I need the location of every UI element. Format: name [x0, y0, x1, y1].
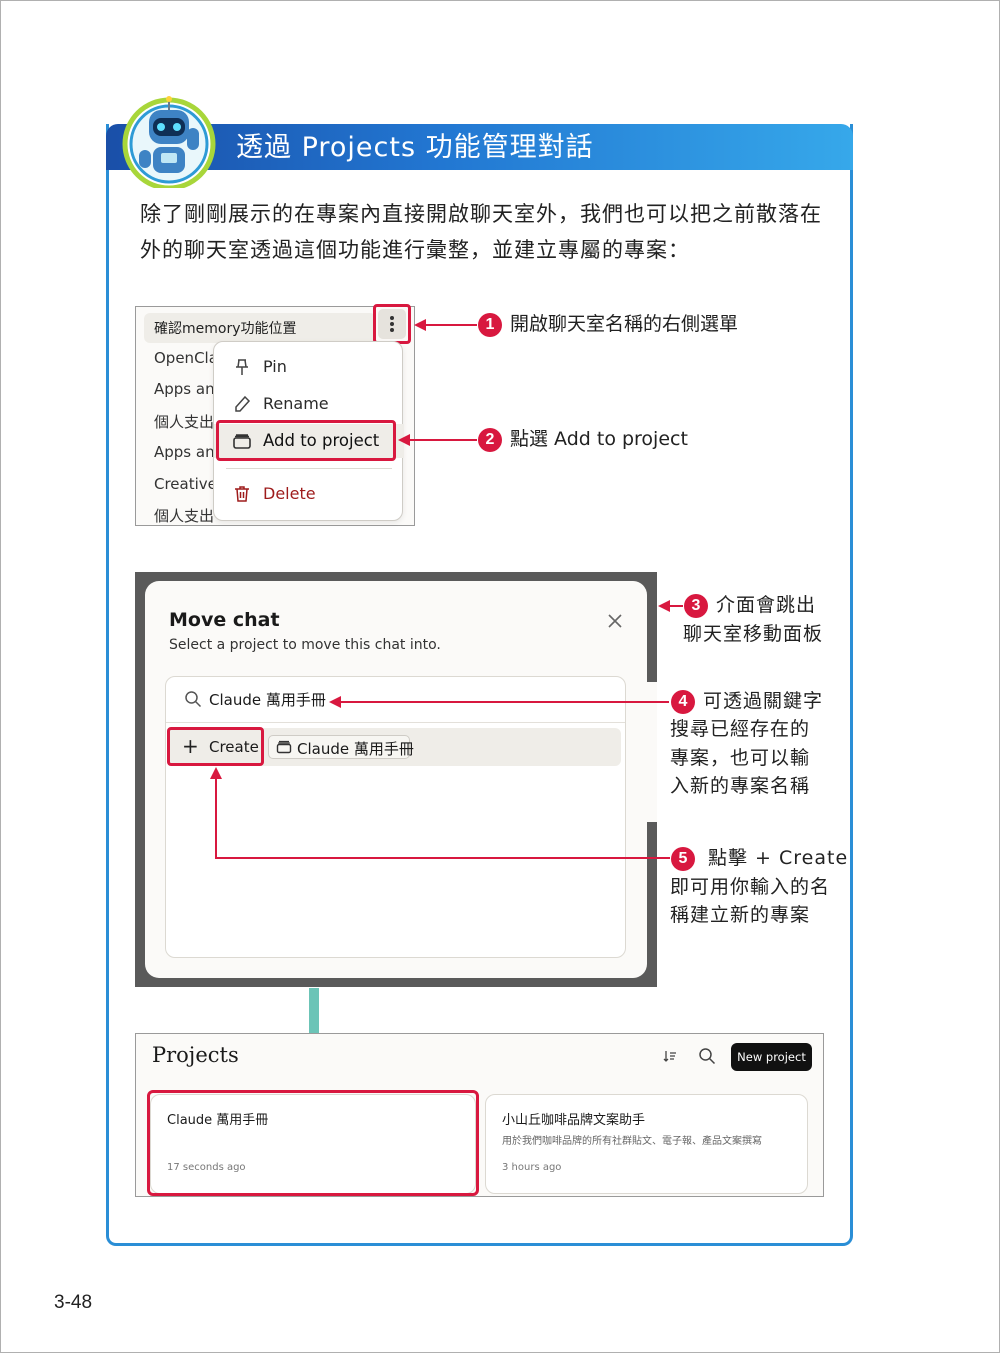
callout-text: 點選 Add to project — [510, 428, 688, 450]
callout-arrow — [669, 605, 683, 607]
chat-item[interactable]: OpenCla — [154, 349, 218, 367]
callout-text: 開啟聊天室名稱的右側選單 — [510, 313, 739, 335]
divider — [166, 722, 625, 723]
highlight-box — [373, 304, 411, 344]
projects-title: Projects — [152, 1043, 239, 1067]
close-icon[interactable] — [604, 610, 626, 632]
callout-number: 4 — [671, 690, 695, 714]
project-chip-label: Claude 萬用手冊 — [297, 740, 414, 758]
dialog-title: Move chat — [169, 609, 280, 631]
folder-stack-icon — [276, 740, 292, 754]
chat-item[interactable]: 個人支出 — [154, 411, 214, 432]
callout-text: 可透過關鍵字 — [703, 690, 824, 712]
section-title: 透過 Projects 功能管理對話 — [236, 132, 594, 163]
arrow-head — [210, 767, 222, 779]
dialog-subtitle: Select a project to move this chat into. — [169, 637, 441, 653]
callout-text: 專案，也可以輸 — [670, 747, 811, 769]
menu-item-delete[interactable]: Delete — [214, 477, 404, 511]
trash-icon — [235, 486, 249, 502]
menu-item-label: Rename — [263, 394, 329, 413]
callout-text: 聊天室移動面板 — [683, 623, 824, 645]
chat-item[interactable]: 個人支出 — [154, 505, 214, 525]
page-number: 3-48 — [54, 1292, 93, 1313]
project-card[interactable]: 小山丘咖啡品牌文案助手 用於我們咖啡品牌的所有社群貼文、電子報、產品文案撰寫 3… — [485, 1094, 808, 1194]
search-icon — [185, 691, 202, 708]
pencil-icon — [235, 395, 251, 412]
menu-item-rename[interactable]: Rename — [214, 387, 404, 421]
highlight-box — [216, 420, 396, 461]
callout-number: 5 — [671, 847, 695, 871]
active-chat-label: 確認memory功能位置 — [154, 321, 297, 337]
callout-number: 2 — [478, 428, 502, 452]
menu-item-label: Pin — [263, 357, 287, 376]
project-card-description: 用於我們咖啡品牌的所有社群貼文、電子報、產品文案撰寫 — [502, 1136, 762, 1147]
chat-item[interactable]: Apps an — [154, 380, 215, 398]
callout-arrow — [340, 701, 669, 703]
arrow-head — [658, 600, 670, 612]
intro-paragraph: 除了剛剛展示的在專案內直接開啟聊天室外，我們也可以把之前散落在外的聊天室透過這個… — [140, 202, 822, 262]
callout-arrow — [425, 324, 477, 326]
arrow-head — [329, 696, 341, 708]
menu-item-pin[interactable]: Pin — [214, 350, 404, 384]
callout-text: 即可用你輸入的名 — [670, 876, 831, 898]
robot-mascot-icon — [122, 96, 216, 188]
project-picker — [165, 676, 626, 958]
arrow-head — [414, 319, 426, 331]
callout-arrow — [215, 857, 670, 859]
menu-divider — [226, 468, 392, 469]
callout-line — [215, 778, 217, 858]
callout-text: 點擊 + Create — [708, 847, 849, 869]
callout-number: 1 — [478, 313, 502, 337]
chat-item[interactable]: Creative — [154, 475, 217, 493]
callout-text: 稱建立新的專案 — [670, 904, 811, 926]
callout-text: 介面會跳出 — [716, 594, 817, 616]
search-icon[interactable] — [698, 1047, 716, 1065]
project-card-title: 小山丘咖啡品牌文案助手 — [502, 1113, 646, 1128]
menu-item-label: Delete — [263, 484, 316, 503]
project-card-time: 3 hours ago — [502, 1162, 562, 1173]
highlight-box — [147, 1090, 479, 1196]
highlight-box — [167, 727, 264, 766]
callout-arrow — [409, 439, 477, 441]
arrow-head — [398, 434, 410, 446]
chat-item[interactable]: Apps an — [154, 443, 215, 461]
pin-icon — [236, 359, 248, 375]
new-project-button[interactable]: New project — [731, 1043, 812, 1071]
callout-text: 搜尋已經存在的 — [670, 718, 811, 740]
callout-number: 3 — [684, 594, 708, 618]
callout-text: 入新的專案名稱 — [670, 775, 811, 797]
project-search-input[interactable]: Claude 萬用手冊 — [209, 689, 326, 710]
sort-icon[interactable] — [662, 1048, 678, 1064]
